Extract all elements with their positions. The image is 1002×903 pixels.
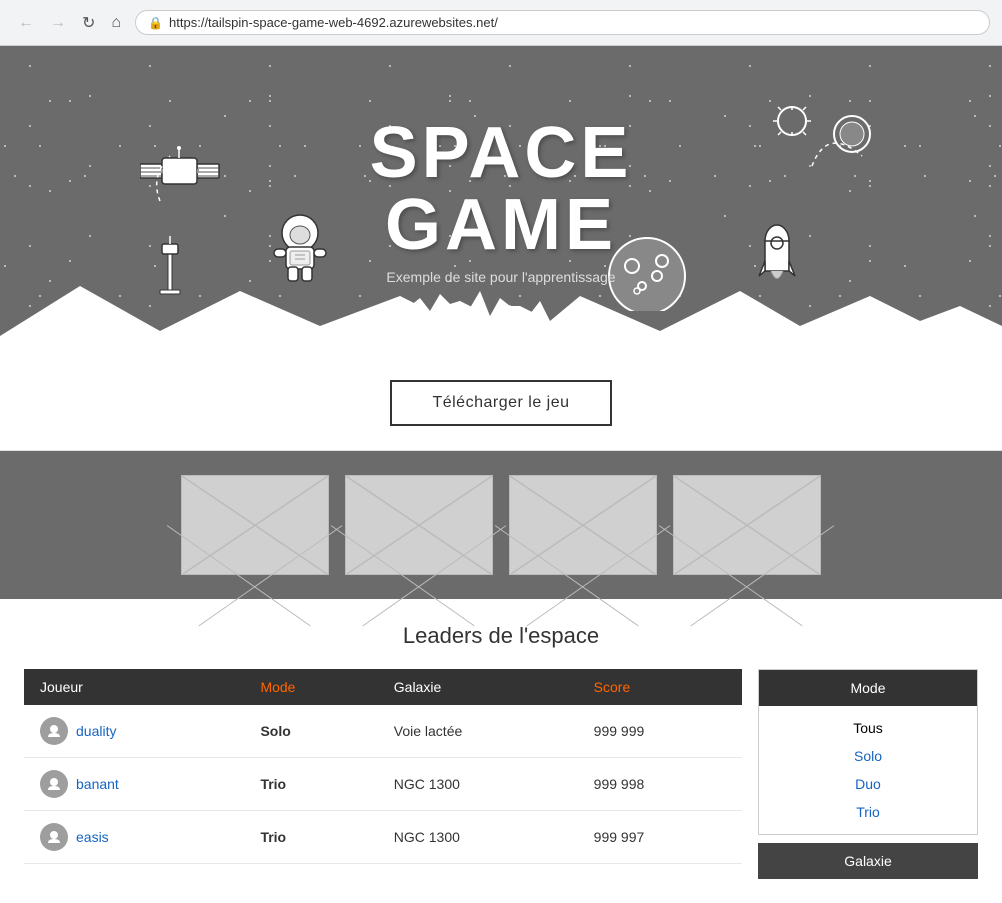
screenshot-3 — [509, 475, 657, 575]
mode-cell: Trio — [244, 758, 377, 811]
col-joueur: Joueur — [24, 669, 244, 705]
player-cell: duality — [24, 705, 244, 758]
filter-option-solo[interactable]: Solo — [759, 742, 977, 770]
table-row: easis Trio NGC 1300 999 997 — [24, 811, 742, 864]
browser-chrome: ← → ↻ ⌂ 🔒 https://tailspin-space-game-we… — [0, 0, 1002, 46]
url-text: https://tailspin-space-game-web-4692.azu… — [169, 15, 498, 30]
leaderboard-table: Joueur Mode Galaxie Score — [24, 669, 742, 864]
leaderboard-table-container: Joueur Mode Galaxie Score — [24, 669, 742, 864]
hero-title: SPACE GAME Exemple de site pour l'appren… — [370, 117, 633, 285]
mode-cell: Solo — [244, 705, 377, 758]
galaxie-cell: NGC 1300 — [378, 758, 578, 811]
download-button[interactable]: Télécharger le jeu — [390, 380, 611, 426]
galaxie-cell: NGC 1300 — [378, 811, 578, 864]
mode-filter-options: Tous Solo Duo Trio — [759, 706, 977, 834]
table-row: banant Trio NGC 1300 999 998 — [24, 758, 742, 811]
col-galaxie: Galaxie — [378, 669, 578, 705]
screenshot-1 — [181, 475, 329, 575]
home-button[interactable]: ⌂ — [105, 11, 127, 35]
col-mode: Mode — [244, 669, 377, 705]
leaderboard-layout: Joueur Mode Galaxie Score — [24, 669, 978, 879]
col-score: Score — [578, 669, 742, 705]
score-cell: 999 998 — [578, 758, 742, 811]
forward-button[interactable]: → — [44, 11, 72, 35]
filter-option-tous[interactable]: Tous — [759, 714, 977, 742]
hero-subtitle: Exemple de site pour l'apprentissage — [370, 269, 633, 285]
back-button[interactable]: ← — [12, 11, 40, 35]
score-cell: 999 997 — [578, 811, 742, 864]
player-cell: easis — [24, 811, 244, 864]
mode-filter-box: Mode Tous Solo Duo Trio — [758, 669, 978, 835]
player-link[interactable]: easis — [76, 829, 109, 845]
mode-filter-header: Mode — [759, 670, 977, 706]
mountains-illustration — [0, 276, 1002, 356]
galaxie-filter-header: Galaxie — [758, 843, 978, 879]
page: SPACE GAME Exemple de site pour l'appren… — [0, 46, 1002, 903]
download-section: Télécharger le jeu — [0, 356, 1002, 451]
screenshot-4 — [673, 475, 821, 575]
filter-option-duo[interactable]: Duo — [759, 770, 977, 798]
hero-title-line2: GAME — [385, 185, 617, 265]
avatar — [40, 823, 68, 851]
leaderboard-title: Leaders de l'espace — [24, 623, 978, 649]
address-bar[interactable]: 🔒 https://tailspin-space-game-web-4692.a… — [135, 10, 990, 35]
hero-title-line1: SPACE — [370, 113, 633, 193]
avatar — [40, 770, 68, 798]
satellite-illustration — [140, 146, 220, 221]
table-row: duality Solo Voie lactée 999 999 — [24, 705, 742, 758]
player-cell: banant — [24, 758, 244, 811]
hero-section: SPACE GAME Exemple de site pour l'appren… — [0, 46, 1002, 356]
galaxie-cell: Voie lactée — [378, 705, 578, 758]
table-header-row: Joueur Mode Galaxie Score — [24, 669, 742, 705]
avatar — [40, 717, 68, 745]
nav-buttons: ← → ↻ ⌂ — [12, 11, 127, 35]
score-cell: 999 999 — [578, 705, 742, 758]
screenshot-2 — [345, 475, 493, 575]
refresh-button[interactable]: ↻ — [76, 11, 101, 35]
lamppost-illustration — [155, 236, 185, 301]
leaderboard-section: Leaders de l'espace Joueur Mode Galaxie … — [0, 599, 1002, 903]
rocket-illustration — [757, 221, 797, 306]
filter-option-trio[interactable]: Trio — [759, 798, 977, 826]
filter-panel: Mode Tous Solo Duo Trio Galaxie — [758, 669, 978, 879]
player-link[interactable]: duality — [76, 723, 116, 739]
mode-cell: Trio — [244, 811, 377, 864]
player-link[interactable]: banant — [76, 776, 119, 792]
planet-illustration — [752, 106, 872, 231]
screenshots-section — [0, 451, 1002, 599]
astronaut-illustration — [270, 211, 330, 296]
lock-icon: 🔒 — [148, 16, 163, 30]
